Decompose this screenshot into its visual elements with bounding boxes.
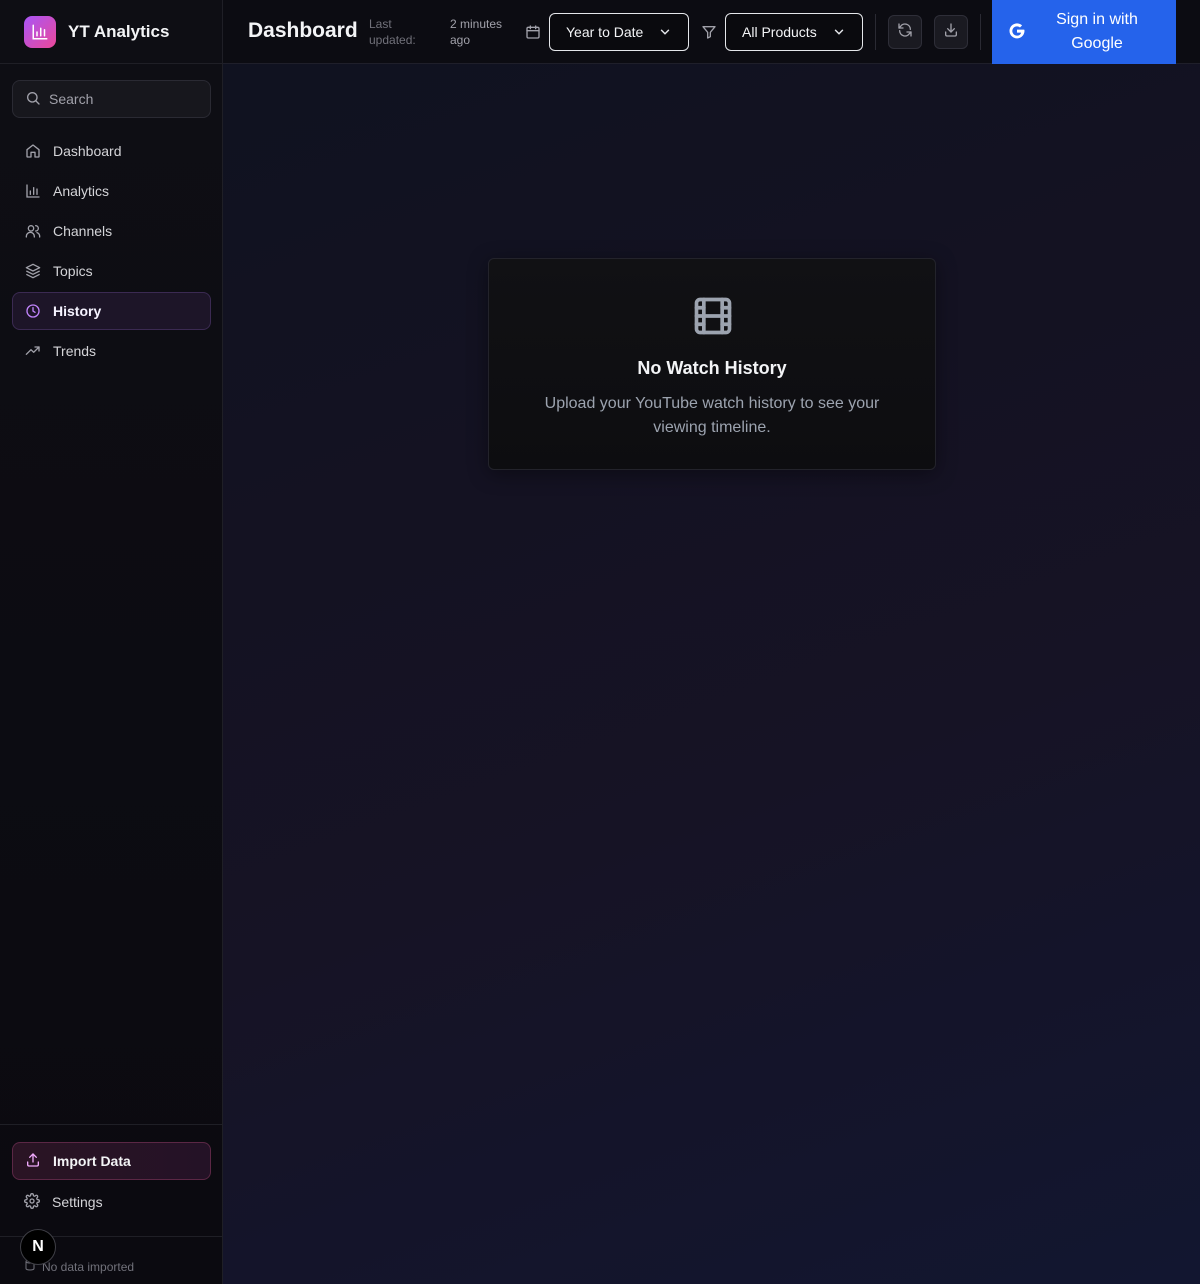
import-data-button[interactable]: Import Data	[12, 1142, 211, 1180]
date-range-select[interactable]: Year to Date	[549, 13, 689, 51]
settings-button[interactable]: Settings	[12, 1183, 211, 1221]
sidebar-item-label: Trends	[53, 343, 97, 359]
chevron-down-icon	[832, 25, 846, 42]
status-text: No data imported	[42, 1259, 135, 1274]
download-button[interactable]	[934, 15, 968, 49]
google-icon	[1008, 22, 1026, 45]
sidebar-item-label: Dashboard	[53, 143, 122, 159]
sidebar-item-dashboard[interactable]: Dashboard	[12, 132, 211, 170]
sidebar-item-label: Channels	[53, 223, 113, 239]
trending-up-icon	[25, 343, 41, 359]
sidebar-item-label: Topics	[53, 263, 93, 279]
sidebar: YT Analytics Dashboard Analytics Channel…	[0, 0, 223, 1284]
main-content: Dashboard Last updated: 2 minutes ago Ye…	[223, 0, 1200, 1284]
users-icon	[25, 223, 41, 239]
empty-state-message: Upload your YouTube watch history to see…	[544, 395, 880, 436]
product-filter-select[interactable]: All Products	[725, 13, 863, 51]
sidebar-item-history[interactable]: History	[12, 292, 211, 330]
n-logo-badge[interactable]: N	[20, 1229, 56, 1265]
bar-chart-logo-icon	[24, 15, 56, 48]
import-data-label: Import Data	[53, 1153, 131, 1169]
clock-icon	[25, 303, 41, 319]
upload-icon	[25, 1152, 41, 1171]
empty-state-card: No Watch History Upload your YouTube wat…	[488, 258, 936, 470]
sidebar-item-label: History	[53, 303, 102, 319]
header-divider	[875, 14, 876, 50]
last-updated-value: 2 minutes ago	[450, 17, 503, 47]
brand: YT Analytics	[0, 0, 222, 64]
search-input[interactable]	[49, 91, 199, 107]
search-box[interactable]	[12, 80, 211, 118]
google-sign-in-label: Sign in with Google	[1056, 11, 1138, 52]
sidebar-item-channels[interactable]: Channels	[12, 212, 211, 250]
sidebar-item-analytics[interactable]: Analytics	[12, 172, 211, 210]
page-title: Dashboard	[248, 19, 358, 42]
last-updated-label: Last updated:	[369, 17, 416, 47]
sidebar-item-label: Analytics	[53, 183, 110, 199]
settings-label: Settings	[52, 1194, 103, 1210]
gear-icon	[24, 1192, 40, 1212]
app-name: YT Analytics	[68, 21, 170, 41]
google-sign-in-button[interactable]: Sign in with Google	[992, 0, 1176, 64]
calendar-icon	[524, 23, 542, 41]
refresh-icon	[897, 22, 913, 43]
layers-icon	[25, 263, 41, 279]
empty-state-title: No Watch History	[637, 358, 787, 378]
sidebar-item-trends[interactable]: Trends	[12, 332, 211, 370]
bar-chart-icon	[25, 183, 41, 199]
sidebar-item-topics[interactable]: Topics	[12, 252, 211, 290]
date-range-value: Year to Date	[566, 24, 644, 40]
sidebar-nav: Dashboard Analytics Channels Topics Hist…	[12, 132, 211, 372]
home-icon	[25, 143, 41, 159]
sidebar-footer: Import Data Settings	[0, 1124, 223, 1236]
header-divider	[980, 14, 981, 50]
refresh-button[interactable]	[888, 15, 922, 49]
top-header: Dashboard Last updated: 2 minutes ago Ye…	[223, 0, 1200, 64]
film-icon	[691, 294, 735, 343]
chevron-down-icon	[658, 25, 672, 42]
filter-icon	[700, 23, 718, 41]
product-filter-value: All Products	[742, 24, 817, 40]
download-icon	[943, 22, 959, 43]
search-icon	[25, 90, 41, 109]
